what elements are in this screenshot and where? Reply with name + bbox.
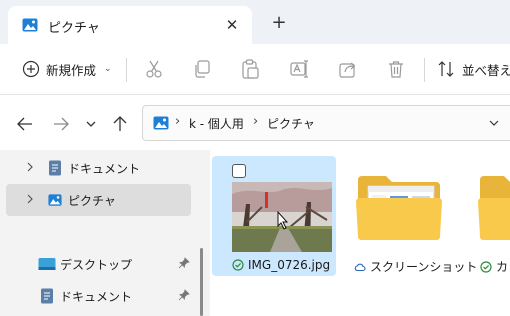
file-name: IMG_0726.jpg bbox=[232, 258, 330, 272]
delete-icon bbox=[389, 61, 403, 78]
sort-button[interactable]: 並べ替え bbox=[438, 58, 510, 80]
file-name-label: カ bbox=[496, 260, 509, 274]
breadcrumb-separator: › bbox=[175, 114, 181, 129]
file-name: カ bbox=[480, 258, 508, 275]
document-icon bbox=[49, 160, 61, 176]
up-button[interactable] bbox=[109, 113, 131, 135]
delete-button[interactable] bbox=[385, 58, 407, 80]
sidebar-item-documents-pinned[interactable]: ドキュメント bbox=[6, 280, 191, 312]
synced-check-icon bbox=[232, 259, 244, 271]
new-button-label: 新規作成 bbox=[46, 62, 97, 78]
folder-tile-screenshots[interactable]: スクリーンショット bbox=[346, 156, 477, 276]
forward-button[interactable] bbox=[50, 113, 72, 135]
file-name-label: IMG_0726.jpg bbox=[248, 258, 331, 272]
pictures-icon bbox=[22, 18, 38, 32]
sidebar-scrollbar[interactable] bbox=[200, 248, 203, 316]
file-tile-image[interactable]: IMG_0726.jpg bbox=[212, 156, 336, 276]
file-view: IMG_0726.jpg スクリーンショット カ bbox=[210, 150, 510, 316]
chevron-down-icon bbox=[86, 121, 96, 127]
navigation-pane: ドキュメント ピクチャ デスクトップ ドキュメント bbox=[0, 150, 200, 316]
add-circle-icon bbox=[22, 60, 40, 78]
divider bbox=[424, 58, 425, 82]
paste-icon bbox=[242, 59, 259, 79]
close-tab-icon[interactable]: ✕ bbox=[222, 15, 242, 35]
chevron-down-icon[interactable] bbox=[487, 116, 501, 130]
pin-icon[interactable] bbox=[178, 289, 190, 301]
sidebar-item-label: ドキュメント bbox=[60, 290, 133, 304]
address-row: › k - 個人用 › ピクチャ bbox=[0, 94, 510, 150]
arrow-up-icon bbox=[113, 116, 127, 131]
rename-icon bbox=[290, 60, 308, 78]
breadcrumb-item-user[interactable]: k - 個人用 bbox=[189, 115, 244, 132]
tab-pictures[interactable]: ピクチャ ✕ bbox=[8, 6, 252, 44]
cloud-icon bbox=[354, 263, 366, 271]
share-icon bbox=[339, 62, 356, 78]
sort-icon bbox=[438, 61, 454, 77]
synced-check-icon bbox=[480, 260, 492, 273]
pictures-icon bbox=[153, 116, 169, 130]
copy-button[interactable] bbox=[191, 58, 213, 80]
command-bar: 新規作成 ⌄ 並べ替え bbox=[0, 44, 510, 94]
new-button[interactable]: 新規作成 ⌄ bbox=[22, 58, 112, 80]
back-button[interactable] bbox=[14, 113, 36, 135]
pictures-icon bbox=[48, 194, 62, 206]
folder-icon bbox=[478, 176, 510, 240]
sidebar-item-documents[interactable]: ドキュメント bbox=[6, 152, 191, 184]
divider bbox=[126, 58, 127, 82]
cut-button[interactable] bbox=[143, 58, 165, 80]
tab-strip: ピクチャ ✕ + bbox=[0, 0, 510, 44]
chevron-right-icon[interactable] bbox=[24, 193, 36, 205]
pin-icon[interactable] bbox=[178, 257, 190, 269]
address-bar[interactable]: › k - 個人用 › ピクチャ bbox=[142, 105, 510, 141]
sidebar-item-desktop[interactable]: デスクトップ bbox=[6, 248, 191, 280]
chevron-right-icon[interactable] bbox=[24, 161, 36, 173]
desktop-icon bbox=[38, 258, 56, 270]
folder-icon bbox=[356, 176, 442, 240]
new-tab-button[interactable]: + bbox=[268, 12, 290, 34]
chevron-down-icon: ⌄ bbox=[104, 64, 112, 74]
photo-thumbnail bbox=[232, 182, 332, 252]
arrow-left-icon bbox=[17, 117, 32, 131]
select-checkbox[interactable] bbox=[232, 164, 246, 178]
paste-button[interactable] bbox=[239, 58, 261, 80]
sort-button-label: 並べ替え bbox=[462, 62, 510, 78]
sidebar-item-label: ピクチャ bbox=[68, 194, 116, 208]
copy-icon bbox=[195, 60, 210, 78]
rename-button[interactable] bbox=[288, 58, 310, 80]
file-name: スクリーンショット bbox=[354, 258, 477, 275]
recent-locations-button[interactable] bbox=[80, 113, 102, 135]
document-icon bbox=[41, 288, 53, 304]
sidebar-item-pictures[interactable]: ピクチャ bbox=[6, 184, 191, 216]
cut-icon bbox=[146, 60, 162, 78]
share-button[interactable] bbox=[337, 58, 359, 80]
sidebar-item-label: デスクトップ bbox=[60, 258, 133, 272]
breadcrumb-separator: › bbox=[253, 114, 259, 129]
breadcrumb-item-pictures[interactable]: ピクチャ bbox=[267, 115, 315, 132]
sidebar-item-label: ドキュメント bbox=[68, 162, 141, 176]
tab-title: ピクチャ bbox=[48, 21, 100, 36]
folder-tile-partial[interactable]: カ bbox=[472, 156, 510, 276]
arrow-right-icon bbox=[54, 117, 69, 131]
file-name-label: スクリーンショット bbox=[370, 260, 478, 274]
